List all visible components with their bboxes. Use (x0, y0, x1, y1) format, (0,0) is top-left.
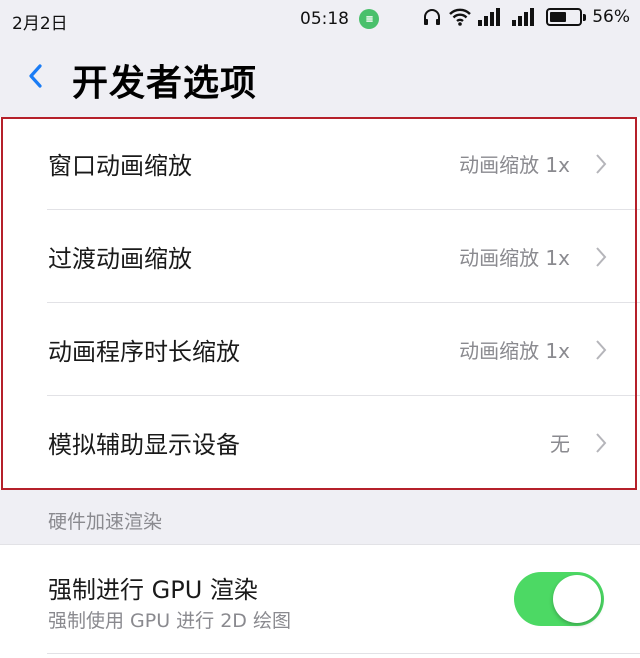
force-gpu-title: 强制进行 GPU 渲染 (48, 576, 258, 604)
wifi-icon (449, 8, 472, 26)
setting-label: 窗口动画缩放 (48, 152, 192, 180)
setting-row-window-animation-scale[interactable]: 窗口动画缩放 动画缩放 1x (0, 117, 640, 210)
chevron-right-icon (596, 432, 607, 453)
animation-settings-group: 窗口动画缩放 动画缩放 1x 过渡动画缩放 动画缩放 1x 动画程序时长缩放 动… (0, 117, 640, 490)
page-title: 开发者选项 (72, 63, 258, 104)
setting-value: 无 (550, 432, 570, 456)
force-gpu-toggle[interactable] (514, 572, 604, 626)
battery-icon (546, 8, 587, 26)
setting-value: 动画缩放 1x (459, 153, 570, 177)
chevron-right-icon (596, 339, 607, 360)
back-icon[interactable] (22, 58, 50, 94)
notification-icon (359, 9, 379, 29)
battery-level-fill (550, 12, 566, 22)
divider (47, 653, 640, 654)
battery-percent: 56% (592, 7, 630, 27)
status-time: 05:18 (300, 9, 349, 29)
section-header-hardware: 硬件加速渲染 (48, 511, 163, 533)
setting-row-transition-animation-scale[interactable]: 过渡动画缩放 动画缩放 1x (0, 210, 640, 303)
setting-row-simulate-secondary-display[interactable]: 模拟辅助显示设备 无 (0, 396, 640, 489)
setting-row-animator-duration-scale[interactable]: 动画程序时长缩放 动画缩放 1x (0, 303, 640, 396)
chevron-right-icon (596, 153, 607, 174)
headphones-icon (424, 9, 441, 25)
page-header: 开发者选项 (0, 38, 640, 116)
setting-value: 动画缩放 1x (459, 339, 570, 363)
status-bar: 2月2日 05:18 56% (0, 0, 640, 38)
status-icons: 56% (422, 7, 630, 27)
signal-icon-2 (512, 8, 535, 26)
setting-label: 动画程序时长缩放 (48, 338, 240, 366)
signal-icon-1 (478, 8, 501, 26)
setting-label: 过渡动画缩放 (48, 245, 192, 273)
force-gpu-subtitle: 强制使用 GPU 进行 2D 绘图 (48, 610, 291, 632)
chevron-right-icon (596, 246, 607, 267)
toggle-knob (553, 575, 601, 623)
gpu-settings-group: 强制进行 GPU 渲染 强制使用 GPU 进行 2D 绘图 (0, 544, 640, 658)
divider (0, 544, 640, 545)
status-date: 2月2日 (12, 14, 68, 34)
setting-label: 模拟辅助显示设备 (48, 431, 240, 459)
setting-value: 动画缩放 1x (459, 246, 570, 270)
